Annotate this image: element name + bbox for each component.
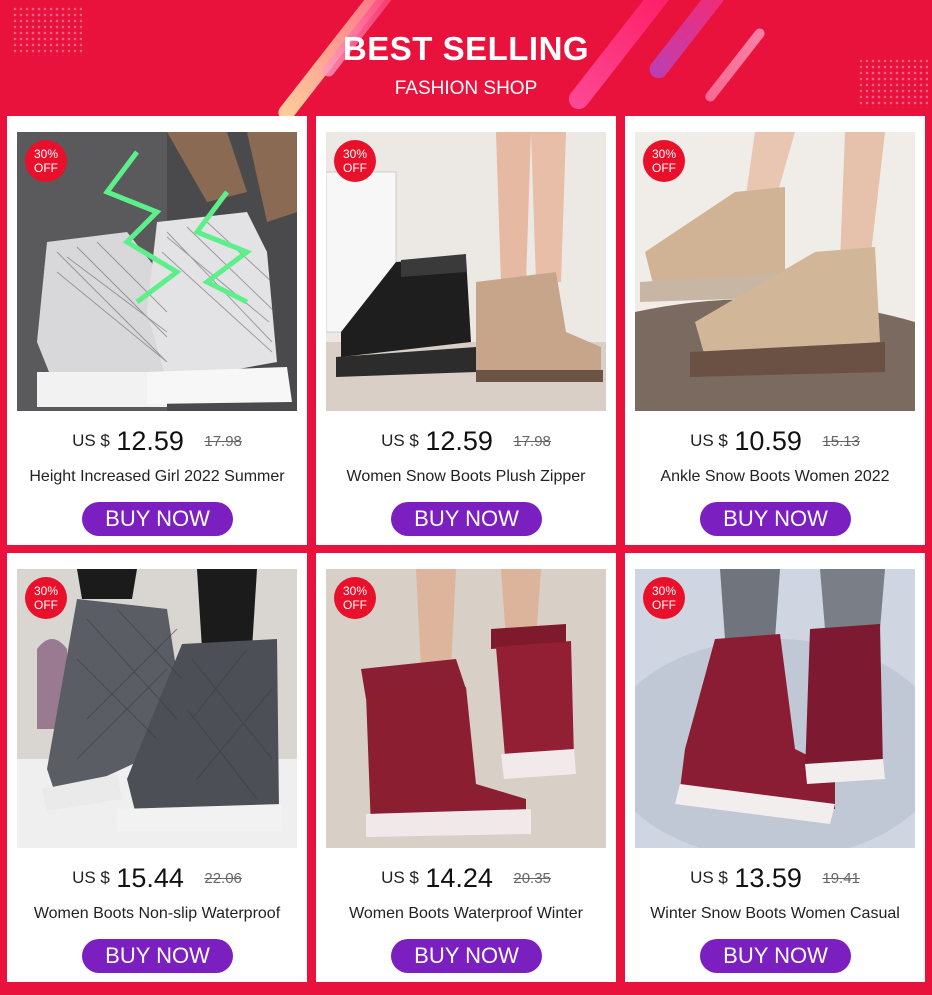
currency-label: US $ [72, 431, 110, 450]
product-title[interactable]: Height Increased Girl 2022 Summer [13, 468, 301, 486]
discount-badge: 30% OFF [643, 577, 685, 619]
price-row: US $ 10.59 15.13 [625, 426, 925, 457]
badge-off: OFF [652, 598, 676, 612]
product-title[interactable]: Women Boots Waterproof Winter [322, 905, 610, 923]
buy-now-button[interactable]: BUY NOW [82, 502, 233, 536]
sale-price: 12.59 [116, 426, 184, 456]
badge-percent: 30% [33, 147, 59, 161]
price-row: US $ 14.24 20.35 [316, 863, 616, 894]
product-image[interactable]: 30% OFF [326, 569, 606, 848]
product-image[interactable]: 30% OFF [17, 569, 297, 848]
badge-percent: 30% [651, 584, 677, 598]
product-card[interactable]: 30% OFF US $ 10.59 15.13 Ankle Snow Boot… [625, 116, 925, 545]
price-row: US $ 12.59 17.98 [316, 426, 616, 457]
badge-off: OFF [343, 598, 367, 612]
price-row: US $ 13.59 19.41 [625, 863, 925, 894]
discount-badge: 30% OFF [643, 140, 685, 182]
currency-label: US $ [381, 868, 419, 887]
product-image[interactable]: 30% OFF [635, 132, 915, 411]
product-card[interactable]: 30% OFF US $ 15.44 22.06 Women Boots Non… [7, 553, 307, 982]
product-title[interactable]: Winter Snow Boots Women Casual [631, 905, 919, 923]
sale-price: 13.59 [734, 863, 802, 893]
sale-price: 12.59 [425, 426, 493, 456]
badge-percent: 30% [342, 584, 368, 598]
sale-price: 15.44 [116, 863, 184, 893]
badge-percent: 30% [342, 147, 368, 161]
product-card[interactable]: 30% OFF US $ 12.59 17.98 Height Increase… [7, 116, 307, 545]
currency-label: US $ [690, 868, 728, 887]
price-row: US $ 15.44 22.06 [7, 863, 307, 894]
product-image[interactable]: 30% OFF [17, 132, 297, 411]
buy-now-button[interactable]: BUY NOW [700, 939, 851, 973]
banner-title: BEST SELLING [342, 30, 590, 67]
original-price: 17.98 [513, 433, 551, 450]
buy-now-button[interactable]: BUY NOW [391, 939, 542, 973]
currency-label: US $ [381, 431, 419, 450]
product-title[interactable]: Women Boots Non-slip Waterproof [13, 905, 301, 923]
original-price: 22.06 [204, 870, 242, 887]
badge-percent: 30% [33, 584, 59, 598]
original-price: 17.98 [204, 433, 242, 450]
original-price: 15.13 [822, 433, 860, 450]
badge-off: OFF [34, 161, 58, 175]
buy-now-button[interactable]: BUY NOW [391, 502, 542, 536]
currency-label: US $ [72, 868, 110, 887]
sale-price: 14.24 [425, 863, 493, 893]
badge-off: OFF [652, 161, 676, 175]
product-image[interactable]: 30% OFF [635, 569, 915, 848]
original-price: 19.41 [822, 870, 860, 887]
badge-off: OFF [343, 161, 367, 175]
currency-label: US $ [690, 431, 728, 450]
product-card[interactable]: 30% OFF US $ 13.59 19.41 Winter Snow Boo… [625, 553, 925, 982]
badge-percent: 30% [651, 147, 677, 161]
discount-badge: 30% OFF [334, 577, 376, 619]
product-title[interactable]: Ankle Snow Boots Women 2022 [631, 468, 919, 486]
discount-badge: 30% OFF [25, 140, 67, 182]
banner: BEST SELLING FASHION SHOP [0, 0, 932, 116]
buy-now-button[interactable]: BUY NOW [700, 502, 851, 536]
product-image[interactable]: 30% OFF [326, 132, 606, 411]
buy-now-button[interactable]: BUY NOW [82, 939, 233, 973]
sale-price: 10.59 [734, 426, 802, 456]
discount-badge: 30% OFF [25, 577, 67, 619]
banner-subtitle: FASHION SHOP [394, 78, 538, 99]
original-price: 20.35 [513, 870, 551, 887]
product-card[interactable]: 30% OFF US $ 12.59 17.98 Women Snow Boot… [316, 116, 616, 545]
product-card[interactable]: 30% OFF US $ 14.24 20.35 Women Boots Wat… [316, 553, 616, 982]
discount-badge: 30% OFF [334, 140, 376, 182]
product-title[interactable]: Women Snow Boots Plush Zipper [322, 468, 610, 486]
badge-off: OFF [34, 598, 58, 612]
price-row: US $ 12.59 17.98 [7, 426, 307, 457]
